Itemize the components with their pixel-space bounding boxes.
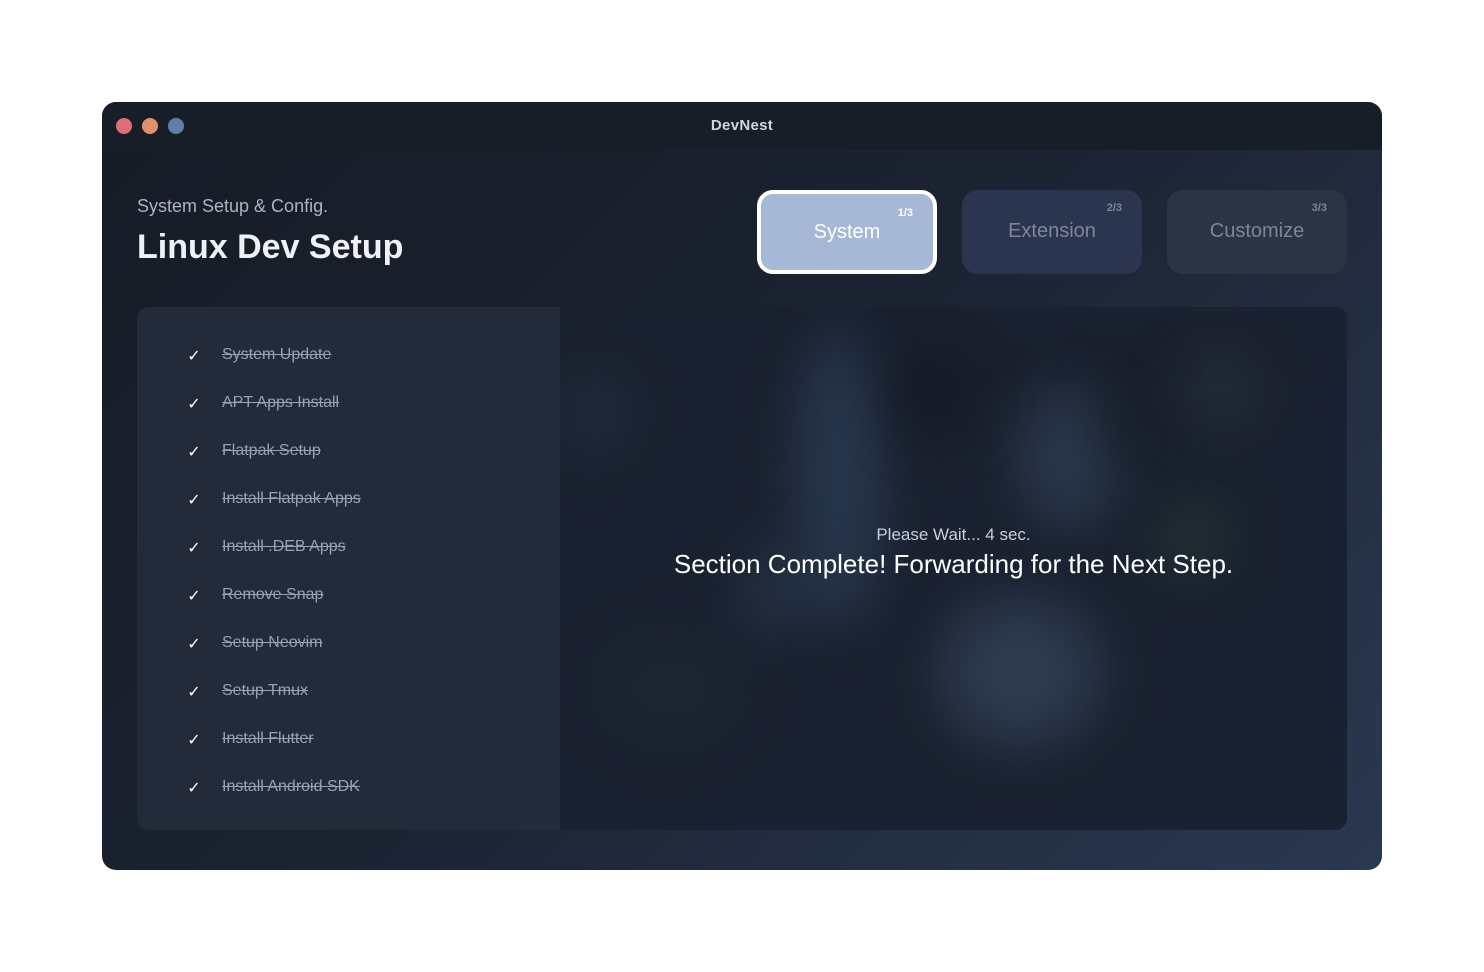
task-item: ✓ Install Android SDK [177, 772, 537, 802]
task-item: ✓ Install .DEB Apps [177, 532, 537, 562]
window-title: DevNest [710, 117, 774, 134]
step-label: Extension [1008, 220, 1096, 242]
check-icon: ✓ [187, 585, 201, 605]
step-counter: 1/3 [897, 207, 913, 219]
task-list: ✓ System Update ✓ APT Apps Install ✓ Fla… [137, 307, 560, 830]
app-window: DevNest System Setup & Config. Linux Dev… [102, 102, 1382, 870]
task-label: APT Apps Install [222, 394, 340, 411]
task-label: Setup Tmux [222, 682, 308, 699]
check-icon: ✓ [187, 441, 201, 461]
task-label: Install Flatpak Apps [222, 490, 361, 507]
completion-message: Section Complete! Forwarding for the Nex… [673, 549, 1234, 579]
step-label: System [813, 221, 881, 243]
task-item: ✓ Remove Snap [177, 580, 537, 610]
step-extension-button[interactable]: 2/3 Extension [962, 190, 1142, 274]
task-item: ✓ Setup Neovim [177, 628, 537, 658]
page-title: Linux Dev Setup [137, 228, 404, 266]
task-item: ✓ Flatpak Setup [177, 436, 537, 466]
countdown-text: Please Wait... 4 sec. [876, 525, 1031, 544]
task-label: System Update [222, 346, 332, 363]
check-icon: ✓ [187, 537, 201, 557]
step-system-button[interactable]: 1/3 System [757, 190, 937, 274]
check-icon: ✓ [187, 633, 201, 653]
check-icon: ✓ [187, 345, 201, 365]
task-label: Install Android SDK [222, 778, 360, 795]
step-label: Customize [1209, 220, 1305, 242]
step-customize-button[interactable]: 3/3 Customize [1167, 190, 1347, 274]
title-bar: DevNest [102, 102, 1382, 150]
task-item: ✓ Setup Tmux [177, 676, 537, 706]
task-item: ✓ Install Flutter [177, 724, 537, 754]
check-icon: ✓ [187, 489, 201, 509]
task-label: Install Flutter [222, 730, 314, 747]
task-label: Setup Neovim [222, 634, 323, 651]
task-item: ✓ System Update [177, 340, 537, 370]
check-icon: ✓ [187, 729, 201, 749]
page-subtitle: System Setup & Config. [137, 196, 329, 216]
task-item: ✓ APT Apps Install [177, 388, 537, 418]
check-icon: ✓ [187, 393, 201, 413]
content-panel: ✓ System Update ✓ APT Apps Install ✓ Fla… [137, 307, 1347, 830]
task-label: Flatpak Setup [222, 442, 321, 459]
task-label: Install .DEB Apps [222, 538, 346, 555]
step-counter: 3/3 [1311, 202, 1327, 214]
check-icon: ✓ [187, 777, 201, 797]
task-label: Remove Snap [222, 586, 324, 603]
task-item: ✓ Install Flatpak Apps [177, 484, 537, 514]
step-counter: 2/3 [1106, 202, 1122, 214]
check-icon: ✓ [187, 681, 201, 701]
